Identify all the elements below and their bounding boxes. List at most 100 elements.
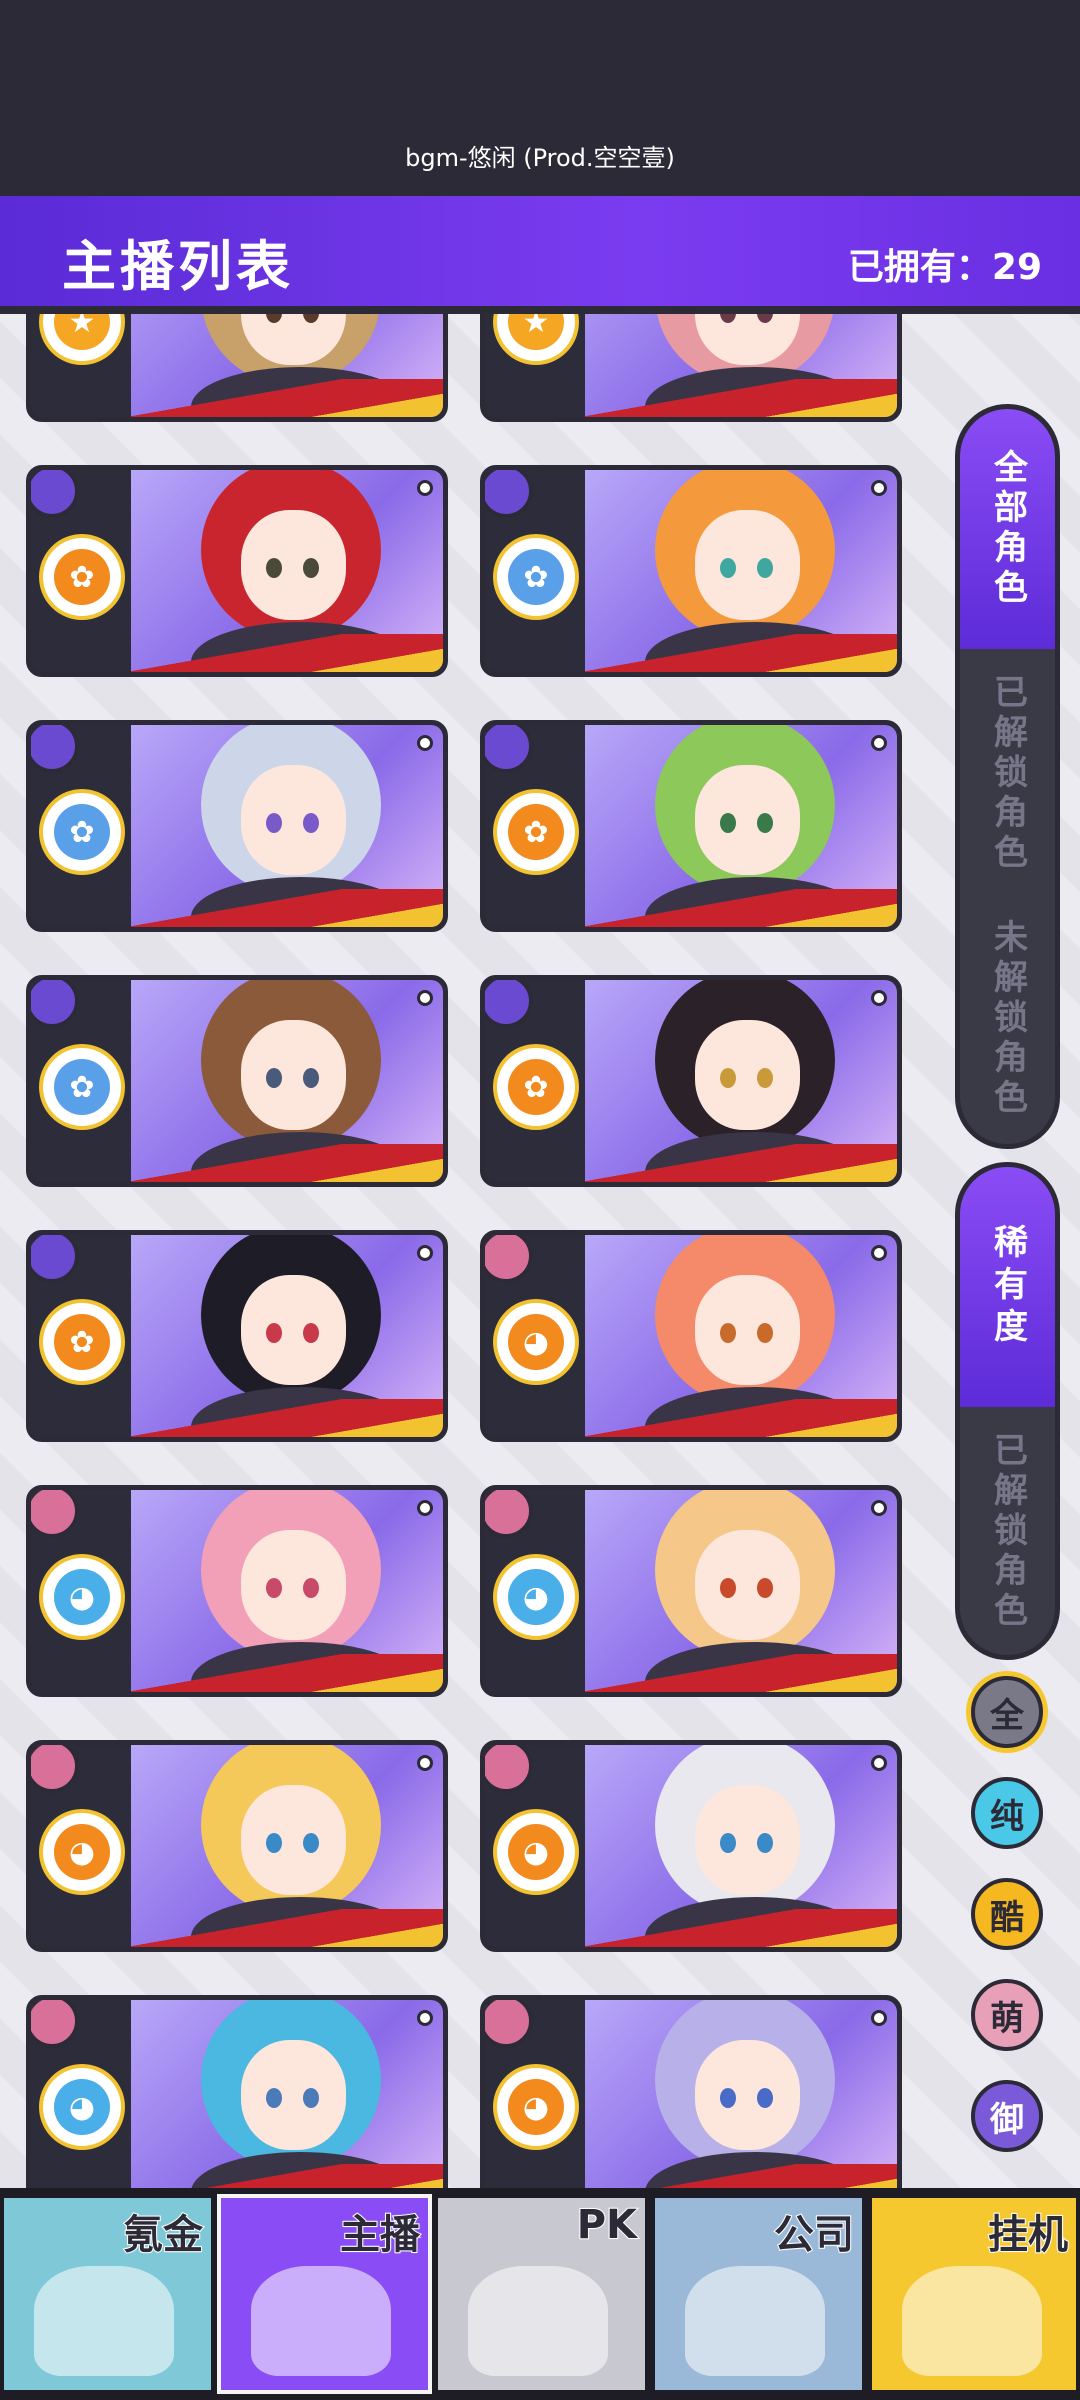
rarity-filter-label: 全 — [990, 1695, 1024, 1736]
streamer-card[interactable]: ◕ — [26, 1740, 448, 1952]
streamer-portrait — [585, 1235, 897, 1437]
streamer-portrait — [131, 314, 443, 417]
streamer-portrait — [131, 980, 443, 1182]
streamer-portrait — [585, 1490, 897, 1692]
portrait-eye — [303, 813, 319, 833]
portrait-eye — [303, 2088, 319, 2108]
portrait-eye — [266, 558, 282, 578]
card-stripe — [131, 379, 443, 417]
card-stripe — [131, 2164, 443, 2188]
portrait-eye — [757, 558, 773, 578]
portrait-eye — [303, 1833, 319, 1853]
card-corner-dot — [417, 1500, 433, 1516]
portrait-eye — [266, 1068, 282, 1088]
streamer-portrait — [131, 1745, 443, 1947]
streamer-card[interactable]: ✿ — [26, 720, 448, 932]
rose-icon: ✿ — [508, 804, 564, 860]
card-stripe — [585, 889, 897, 927]
streamer-grid[interactable]: ★ ★ ✿ ✿ ✿ ✿ ✿ ✿ ✿ ◕ ◕ ◕ ◕ ◕ ◕ ◕ — [0, 314, 930, 2188]
portrait-face — [695, 1785, 800, 1895]
rose-icon: ✿ — [508, 1059, 564, 1115]
streamer-type-badge — [31, 1490, 79, 1538]
card-stripe — [585, 379, 897, 417]
card-corner-dot — [871, 2010, 887, 2026]
nav-recharge-button[interactable]: 氪金 — [0, 2194, 215, 2394]
streamer-card[interactable]: ✿ — [26, 465, 448, 677]
card-corner-dot — [417, 735, 433, 751]
tab-locked-roles[interactable]: 未解锁角色 — [960, 899, 1055, 1139]
card-stripe — [131, 1909, 443, 1947]
streamer-card[interactable]: ◕ — [480, 1230, 902, 1442]
card-stripe — [585, 1399, 897, 1437]
rank-badge: ✿ — [493, 789, 579, 875]
streamer-card[interactable]: ★ — [480, 314, 902, 422]
nav-company-button[interactable]: 公司 — [651, 2194, 866, 2394]
streamer-card[interactable]: ◕ — [480, 1740, 902, 1952]
portrait-eye — [757, 2088, 773, 2108]
nav-pk-label: PK — [576, 2201, 638, 2249]
cat-icon: ◕ — [508, 1824, 564, 1880]
card-corner-dot — [417, 1245, 433, 1261]
streamer-type-badge — [485, 470, 533, 518]
rank-badge: ✿ — [39, 1044, 125, 1130]
owned-count: 已拥有：29 — [847, 247, 1042, 288]
bgm-track-label: bgm-悠闲 (Prod.空空壹) — [405, 144, 675, 172]
cat-icon: ◕ — [54, 1824, 110, 1880]
rank-badge: ◕ — [493, 1554, 579, 1640]
portrait-eye — [303, 1323, 319, 1343]
streamer-card[interactable]: ✿ — [480, 465, 902, 677]
rarity-filter-3[interactable]: 萌 — [971, 1979, 1043, 2051]
card-corner-dot — [417, 2010, 433, 2026]
streamer-card[interactable]: ✿ — [480, 975, 902, 1187]
streamer-card[interactable]: ◕ — [26, 1485, 448, 1697]
rank-badge: ◕ — [493, 2064, 579, 2150]
level-display — [493, 888, 497, 921]
level-display — [39, 2163, 43, 2188]
portrait-face — [695, 1020, 800, 1130]
nav-streamer-label: 主播 — [339, 2211, 421, 2259]
status-bar: bgm-悠闲 (Prod.空空壹) — [0, 0, 1080, 196]
rarity-filter-2[interactable]: 酷 — [971, 1878, 1043, 1950]
tab-unlocked-roles[interactable]: 已解锁角色 — [960, 659, 1055, 889]
nav-pk-icon — [468, 2266, 608, 2376]
portrait-eye — [266, 1323, 282, 1343]
level-display — [39, 1143, 43, 1176]
nav-streamer-button[interactable]: 主播 — [217, 2194, 432, 2394]
tab-rarity[interactable]: 稀有度 — [960, 1167, 1055, 1407]
tab-all-roles[interactable]: 全部角色 — [960, 409, 1055, 649]
nav-pk-button[interactable]: PK — [434, 2194, 649, 2394]
rose-icon: ✿ — [54, 1059, 110, 1115]
tab-rarity-unlocked[interactable]: 已解锁角色 — [960, 1407, 1055, 1655]
streamer-card[interactable]: ✿ — [480, 720, 902, 932]
page-header: 主播列表 已拥有：29 — [0, 196, 1080, 314]
rose-icon: ✿ — [54, 804, 110, 860]
tab-unlocked-roles-label: 已解锁角色 — [987, 674, 1028, 874]
bottom-navigation: 氪金 主播 PK 公司 挂机 — [0, 2188, 1080, 2400]
card-stripe — [131, 634, 443, 672]
portrait-eye — [266, 1833, 282, 1853]
streamer-card[interactable]: ✿ — [26, 975, 448, 1187]
rarity-filter-0[interactable]: 全 — [971, 1676, 1043, 1748]
streamer-card[interactable]: ✿ — [26, 1230, 448, 1442]
rose-icon: ✿ — [54, 549, 110, 605]
card-corner-dot — [417, 480, 433, 496]
streamer-card[interactable]: ◕ — [480, 1485, 902, 1697]
nav-idle-label: 挂机 — [987, 2211, 1069, 2259]
rarity-filter-4[interactable]: 御 — [971, 2080, 1043, 2152]
streamer-card[interactable]: ◕ — [480, 1995, 902, 2188]
streamer-portrait — [585, 980, 897, 1182]
streamer-type-badge — [31, 980, 79, 1028]
card-stripe — [585, 1144, 897, 1182]
rarity-filter-1[interactable]: 纯 — [971, 1777, 1043, 1849]
card-stripe — [585, 634, 897, 672]
streamer-card[interactable]: ◕ — [26, 1995, 448, 2188]
nav-idle-button[interactable]: 挂机 — [868, 2194, 1080, 2394]
card-stripe — [585, 1909, 897, 1947]
card-stripe — [131, 889, 443, 927]
level-display — [493, 1653, 497, 1686]
rank-badge: ✿ — [39, 534, 125, 620]
star-icon: ★ — [54, 314, 110, 350]
streamer-card[interactable]: ★ — [26, 314, 448, 422]
rank-badge: ◕ — [39, 2064, 125, 2150]
streamer-type-badge — [485, 1235, 533, 1283]
